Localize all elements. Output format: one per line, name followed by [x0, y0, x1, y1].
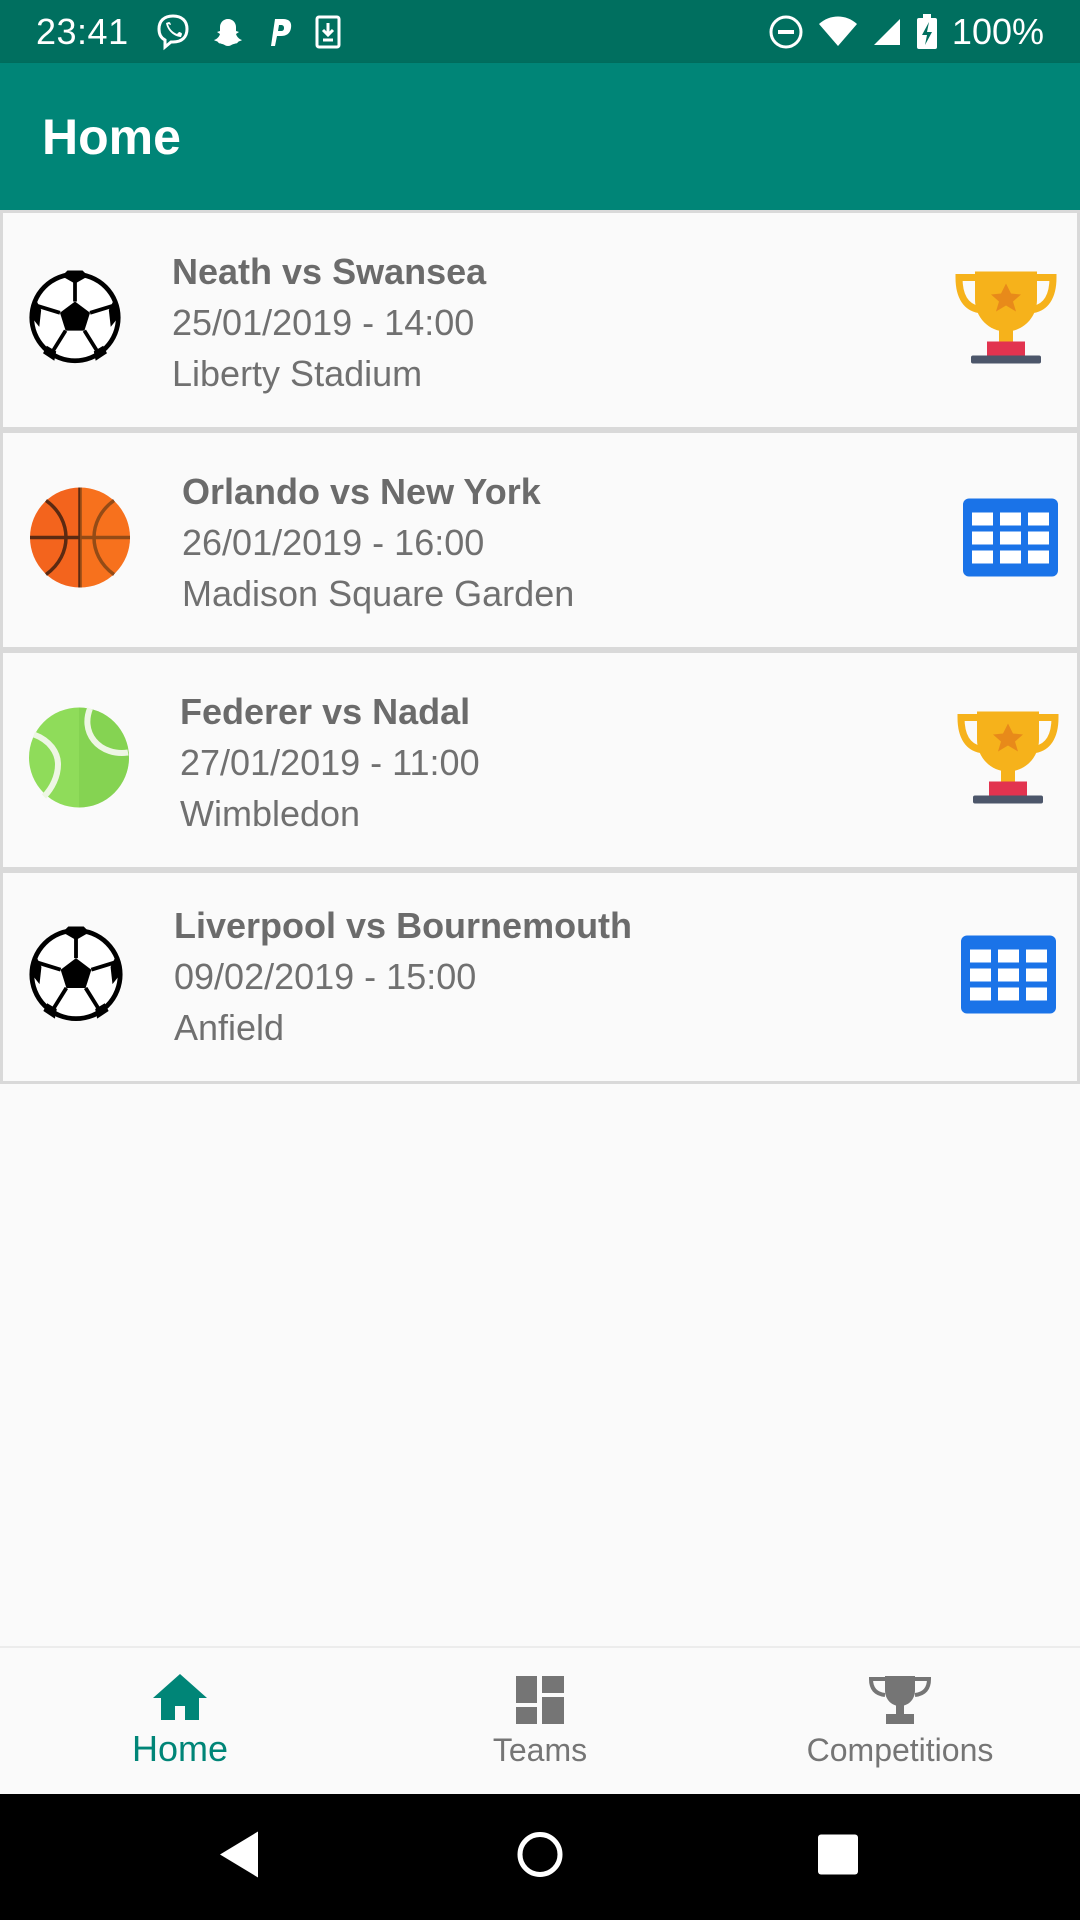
match-venue: Wimbledon: [180, 793, 361, 834]
match-card[interactable]: Liverpool vs Bournemouth 09/02/2019 - 15…: [0, 870, 1080, 1084]
parking-icon: [265, 16, 293, 48]
dashboard-icon: [516, 1675, 564, 1724]
match-info: Liverpool vs Bournemouth 09/02/2019 - 15…: [174, 901, 632, 1053]
screen: 23:41 100% Home Neath vs Swansea 25/01/2…: [0, 0, 1080, 1920]
match-title: Orlando vs New York: [182, 471, 541, 512]
soccer-ball-icon: [28, 270, 122, 370]
nav-item-competitions[interactable]: Competitions: [720, 1648, 1080, 1796]
soccer-ball-icon: [28, 926, 124, 1028]
do-not-disturb-icon: [768, 14, 804, 50]
basketball-icon: [28, 486, 132, 595]
match-title: Federer vs Nadal: [180, 691, 471, 732]
table-grid-icon[interactable]: [963, 498, 1058, 582]
nav-label-home: Home: [131, 1728, 229, 1769]
bottom-navigation: Home Teams Competitions: [0, 1646, 1080, 1794]
match-card[interactable]: Neath vs Swansea 25/01/2019 - 14:00 Libe…: [0, 210, 1080, 430]
cell-signal-icon: [872, 17, 902, 47]
table-grid-icon[interactable]: [961, 935, 1056, 1020]
nav-item-home[interactable]: Home: [0, 1648, 360, 1796]
wifi-icon: [818, 16, 858, 48]
nav-item-teams[interactable]: Teams: [360, 1648, 720, 1796]
match-datetime: 27/01/2019 - 11:00: [180, 742, 480, 783]
nav-label-competitions: Competitions: [806, 1731, 994, 1768]
match-title: Neath vs Swansea: [172, 251, 487, 292]
match-card[interactable]: Orlando vs New York 26/01/2019 - 16:00 M…: [0, 430, 1080, 650]
match-venue: Anfield: [174, 1007, 285, 1048]
match-venue: Liberty Stadium: [172, 353, 423, 394]
page-title: Home: [42, 108, 181, 165]
snapchat-icon: [213, 17, 243, 47]
match-title: Liverpool vs Bournemouth: [174, 905, 633, 946]
match-datetime: 26/01/2019 - 16:00: [182, 522, 485, 563]
match-list: Neath vs Swansea 25/01/2019 - 14:00 Libe…: [0, 210, 1080, 1084]
system-navigation-bar: [0, 1794, 1080, 1920]
battery-percentage: 100%: [951, 10, 1044, 52]
match-info: Neath vs Swansea 25/01/2019 - 14:00 Libe…: [172, 247, 486, 399]
match-datetime: 25/01/2019 - 14:00: [172, 302, 475, 343]
match-info: Orlando vs New York 26/01/2019 - 16:00 M…: [182, 467, 574, 619]
match-venue: Madison Square Garden: [182, 573, 575, 614]
trophy-icon[interactable]: [955, 706, 1061, 815]
nav-label-teams: Teams: [492, 1731, 588, 1768]
home-icon: [153, 1674, 207, 1720]
status-time: 23:41: [36, 10, 129, 52]
back-icon[interactable]: [220, 1831, 260, 1883]
download-icon: [315, 15, 341, 49]
trophy-icon[interactable]: [953, 266, 1059, 375]
status-right: 100%: [768, 11, 1044, 53]
app-bar: Home: [0, 63, 1080, 210]
match-info: Federer vs Nadal 27/01/2019 - 11:00 Wimb…: [180, 687, 480, 839]
status-bar: 23:41 100%: [0, 0, 1080, 63]
viber-icon: [155, 13, 191, 51]
tennis-ball-icon: [28, 707, 130, 814]
battery-charging-icon: [916, 13, 938, 50]
recents-icon[interactable]: [818, 1834, 858, 1880]
match-card[interactable]: Federer vs Nadal 27/01/2019 - 11:00 Wimb…: [0, 650, 1080, 870]
match-datetime: 09/02/2019 - 15:00: [174, 956, 477, 997]
home-circle-icon[interactable]: [516, 1831, 564, 1884]
status-left-icons: [155, 13, 341, 51]
trophy-icon: [869, 1675, 931, 1724]
